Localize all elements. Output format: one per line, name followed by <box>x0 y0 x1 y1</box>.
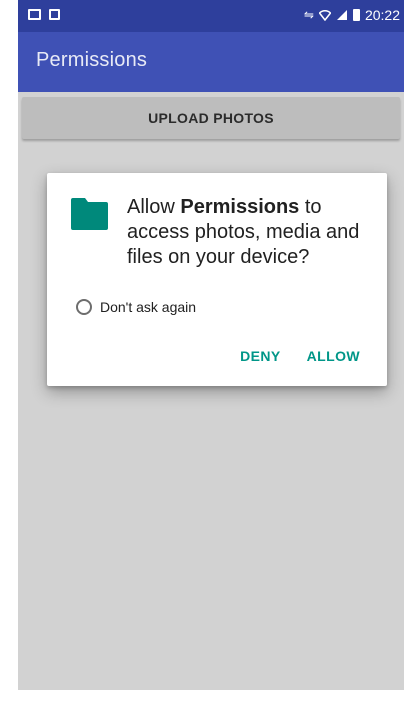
status-bar-system: ⇋ 20:22 <box>304 7 400 23</box>
app-name: Permissions <box>180 196 300 218</box>
dont-ask-again-label: Don't ask again <box>100 299 197 315</box>
permission-dialog: Allow Permissions to access photos, medi… <box>47 173 387 386</box>
allow-button[interactable]: ALLOW <box>307 348 360 364</box>
app-bar: Permissions <box>18 32 404 92</box>
dont-ask-again-option[interactable]: Don't ask again <box>76 299 196 315</box>
app-title: Permissions <box>36 49 148 71</box>
screenshot-notification-icon <box>49 9 60 20</box>
wifi-icon <box>318 10 331 21</box>
dialog-actions: DENY ALLOW <box>240 348 360 364</box>
message-prefix: Allow <box>127 196 181 218</box>
gallery-notification-icon <box>28 9 41 20</box>
bottom-bar <box>18 690 404 713</box>
folder-icon <box>71 198 108 230</box>
dialog-message: Allow Permissions to access photos, medi… <box>127 195 377 270</box>
status-bar-notifications <box>28 9 60 20</box>
signal-icon <box>336 10 347 20</box>
status-bar: ⇋ 20:22 <box>18 0 404 32</box>
nfc-icon: ⇋ <box>303 8 314 22</box>
upload-photos-button[interactable]: UPLOAD PHOTOS <box>22 97 400 139</box>
deny-button[interactable]: DENY <box>240 348 281 364</box>
dont-ask-again-checkbox[interactable] <box>76 299 92 315</box>
status-time: 20:22 <box>364 7 400 23</box>
phone-screen: ⇋ 20:22 Permissions UPLOAD PHOTOS Allow … <box>18 0 404 713</box>
battery-icon <box>352 9 360 21</box>
